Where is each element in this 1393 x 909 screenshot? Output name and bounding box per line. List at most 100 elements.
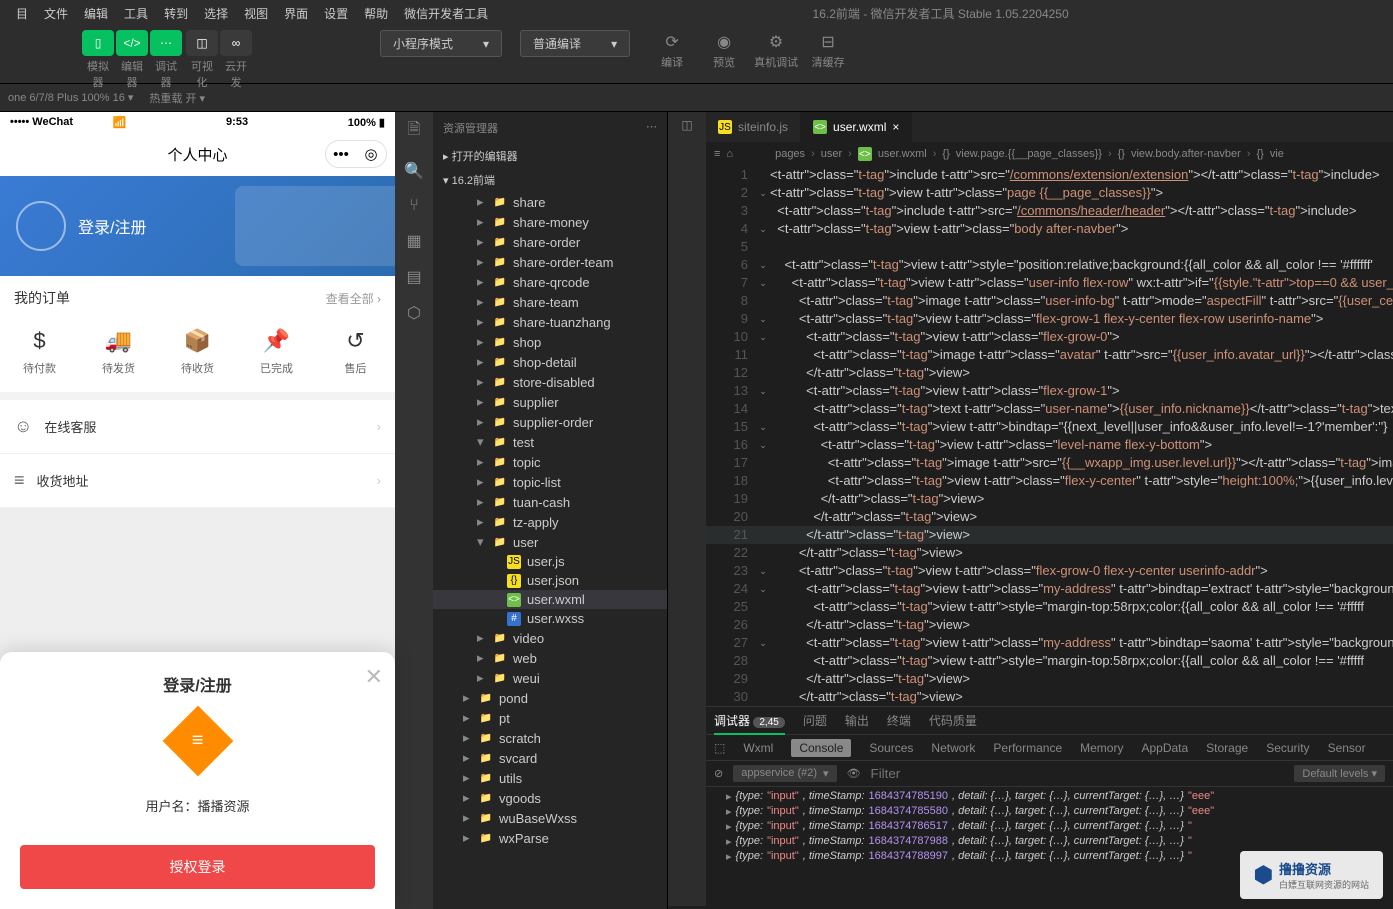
tree-item-vgoods[interactable]: ▸📁vgoods <box>433 788 667 808</box>
capsule-close-icon[interactable]: ◎ <box>356 141 386 167</box>
menu-item[interactable]: 帮助 <box>356 5 396 22</box>
tab-console[interactable]: Console <box>791 739 851 757</box>
order-pending-receive[interactable]: 📦待收货 <box>158 328 237 376</box>
tab-siteinfo[interactable]: JSsiteinfo.js <box>706 112 801 142</box>
debugger-toggle[interactable]: ⋯ <box>150 30 182 56</box>
tree-item-supplier-order[interactable]: ▸📁supplier-order <box>433 412 667 432</box>
tab-terminal[interactable]: 终端 <box>887 712 911 729</box>
close-icon[interactable]: × <box>892 120 899 134</box>
orders-more-link[interactable]: 查看全部 › <box>326 290 381 307</box>
tree-item-tuan-cash[interactable]: ▸📁tuan-cash <box>433 492 667 512</box>
tab-network[interactable]: Network <box>931 741 975 755</box>
mode-select[interactable]: 小程序模式▾ <box>380 30 502 57</box>
tree-item-share-team[interactable]: ▸📁share-team <box>433 292 667 312</box>
preview-button[interactable]: ◉预览 <box>700 30 748 70</box>
compile-button[interactable]: ⟳编译 <box>648 30 696 70</box>
tree-item-pt[interactable]: ▸📁pt <box>433 708 667 728</box>
row-customer-service[interactable]: ☺ 在线客服› <box>0 400 395 454</box>
tab-sources[interactable]: Sources <box>869 741 913 755</box>
tab-security[interactable]: Security <box>1266 741 1309 755</box>
remote-debug-button[interactable]: ⚙真机调试 <box>752 30 800 70</box>
tab-memory[interactable]: Memory <box>1080 741 1123 755</box>
tree-item-svcard[interactable]: ▸📁svcard <box>433 748 667 768</box>
eye-icon[interactable]: 👁 <box>847 767 861 780</box>
order-completed[interactable]: 📌已完成 <box>237 328 316 376</box>
tab-appdata[interactable]: AppData <box>1141 741 1188 755</box>
tree-item-supplier[interactable]: ▸📁supplier <box>433 392 667 412</box>
tree-item-share-money[interactable]: ▸📁share-money <box>433 212 667 232</box>
order-pending-pay[interactable]: $待付款 <box>0 328 79 376</box>
more2-icon[interactable]: ⬡ <box>407 303 421 323</box>
tree-item-user.js[interactable]: JSuser.js <box>433 552 667 571</box>
tree-item-share-tuanzhang[interactable]: ▸📁share-tuanzhang <box>433 312 667 332</box>
device-select[interactable]: one 6/7/8 Plus 100% 16 ▾ <box>8 91 133 104</box>
menu-item[interactable]: 工具 <box>116 5 156 22</box>
tree-item-topic[interactable]: ▸📁topic <box>433 452 667 472</box>
tab-problems[interactable]: 问题 <box>803 712 827 729</box>
tree-item-scratch[interactable]: ▸📁scratch <box>433 728 667 748</box>
tree-item-share[interactable]: ▸📁share <box>433 192 667 212</box>
tab-debugger[interactable]: 调试器 2,45 <box>714 712 785 735</box>
menu-item[interactable]: 界面 <box>276 5 316 22</box>
editor-toggle[interactable]: </> <box>116 30 148 56</box>
tab-sensor[interactable]: Sensor <box>1328 741 1366 755</box>
compile-select[interactable]: 普通编译▾ <box>520 30 630 57</box>
hot-reload-toggle[interactable]: 热重载 开 ▾ <box>149 90 205 106</box>
tree-item-share-qrcode[interactable]: ▸📁share-qrcode <box>433 272 667 292</box>
open-editors-section[interactable]: ▸ 打开的编辑器 <box>433 144 667 168</box>
tree-item-share-order[interactable]: ▸📁share-order <box>433 232 667 252</box>
context-select[interactable]: appservice (#2) ▾ <box>733 765 836 782</box>
breadcrumb[interactable]: ≡⌂ pages› user› <>user.wxml› {}view.page… <box>706 142 1393 166</box>
order-pending-ship[interactable]: 🚚待发货 <box>79 328 158 376</box>
simulator-toggle[interactable]: ▯ <box>82 30 114 56</box>
tree-item-video[interactable]: ▸📁video <box>433 628 667 648</box>
cloud-toggle[interactable]: ∞ <box>220 30 252 56</box>
tree-item-user.json[interactable]: {}user.json <box>433 571 667 590</box>
tree-item-tz-apply[interactable]: ▸📁tz-apply <box>433 512 667 532</box>
project-section[interactable]: ▾ 16.2前端 <box>433 168 667 192</box>
clear-icon[interactable]: ⊘ <box>714 767 723 780</box>
row-address[interactable]: ≡ 收货地址› <box>0 454 395 508</box>
menu-item[interactable]: 转到 <box>156 5 196 22</box>
clear-cache-button[interactable]: ⊟清缓存 <box>804 30 852 70</box>
menu-item[interactable]: 文件 <box>36 5 76 22</box>
tree-item-shop-detail[interactable]: ▸📁shop-detail <box>433 352 667 372</box>
user-hero[interactable]: 登录/注册 <box>0 176 395 276</box>
tab-wxml[interactable]: Wxml <box>743 741 773 755</box>
inspect-icon[interactable]: ⬚ <box>714 741 725 755</box>
git-icon[interactable]: ⑂ <box>409 197 419 215</box>
tree-item-store-disabled[interactable]: ▸📁store-disabled <box>433 372 667 392</box>
tab-codequality[interactable]: 代码质量 <box>929 712 977 729</box>
tree-item-test[interactable]: ▾📁test <box>433 432 667 452</box>
menu-item[interactable]: 微信开发者工具 <box>396 5 496 22</box>
order-aftersale[interactable]: ↺售后 <box>316 328 395 376</box>
tree-item-web[interactable]: ▸📁web <box>433 648 667 668</box>
more-icon[interactable]: ⋯ <box>646 120 657 136</box>
tree-item-user[interactable]: ▾📁user <box>433 532 667 552</box>
tree-item-weui[interactable]: ▸📁weui <box>433 668 667 688</box>
tab-performance[interactable]: Performance <box>993 741 1062 755</box>
tree-item-wxParse[interactable]: ▸📁wxParse <box>433 828 667 848</box>
files-icon[interactable]: 🗎 <box>408 118 421 145</box>
split-icon[interactable]: ◫ <box>681 118 692 132</box>
tree-item-share-order-team[interactable]: ▸📁share-order-team <box>433 252 667 272</box>
extensions-icon[interactable]: ▦ <box>406 231 421 251</box>
close-icon[interactable]: ✕ <box>365 664 383 690</box>
authorize-button[interactable]: 授权登录 <box>20 845 375 889</box>
tab-output[interactable]: 输出 <box>845 712 869 729</box>
tree-item-shop[interactable]: ▸📁shop <box>433 332 667 352</box>
search-icon[interactable]: 🔍 <box>404 161 424 181</box>
tree-item-utils[interactable]: ▸📁utils <box>433 768 667 788</box>
menu-item[interactable]: 视图 <box>236 5 276 22</box>
filter-input[interactable] <box>871 766 1285 781</box>
menu-item[interactable]: 设置 <box>316 5 356 22</box>
tree-item-topic-list[interactable]: ▸📁topic-list <box>433 472 667 492</box>
menu-item[interactable]: 选择 <box>196 5 236 22</box>
code-editor[interactable]: 1<t-attr">class="t-tag">include t-attr">… <box>706 166 1393 706</box>
tree-item-wuBaseWxss[interactable]: ▸📁wuBaseWxss <box>433 808 667 828</box>
tab-storage[interactable]: Storage <box>1206 741 1248 755</box>
menu-item[interactable]: 目 <box>8 5 36 22</box>
tree-item-pond[interactable]: ▸📁pond <box>433 688 667 708</box>
more-icon[interactable]: ▤ <box>406 267 421 287</box>
login-link[interactable]: 登录/注册 <box>78 214 146 238</box>
